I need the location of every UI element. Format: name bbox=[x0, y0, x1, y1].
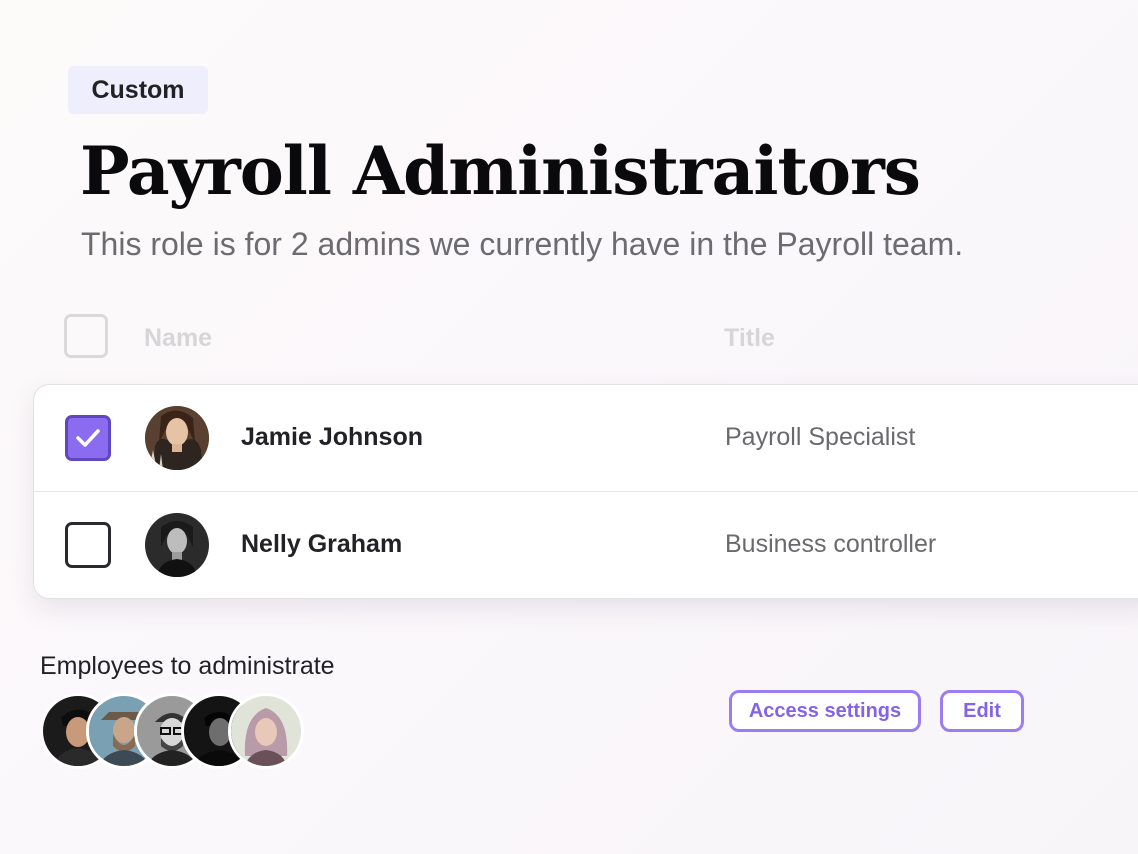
member-title: Payroll Specialist bbox=[725, 423, 916, 451]
role-type-badge: Custom bbox=[68, 66, 208, 114]
edit-button[interactable]: Edit bbox=[940, 690, 1024, 732]
column-header-name[interactable]: Name bbox=[144, 324, 212, 353]
employees-label: Employees to administrate bbox=[40, 652, 335, 680]
avatar bbox=[228, 693, 304, 769]
members-table: Jamie Johnson Payroll Specialist Nelly G… bbox=[33, 384, 1138, 599]
member-name: Nelly Graham bbox=[241, 530, 403, 558]
avatar bbox=[145, 513, 209, 577]
access-settings-button[interactable]: Access settings bbox=[729, 690, 921, 732]
page-title: Payroll Administraitors bbox=[80, 132, 921, 210]
avatar bbox=[145, 406, 209, 470]
row-checkbox-checked[interactable] bbox=[65, 415, 111, 461]
row-checkbox[interactable] bbox=[65, 522, 111, 568]
role-description: This role is for 2 admins we currently h… bbox=[81, 226, 964, 262]
table-row[interactable]: Nelly Graham Business controller bbox=[34, 492, 1138, 598]
table-row[interactable]: Jamie Johnson Payroll Specialist bbox=[34, 385, 1138, 492]
employee-avatar-stack[interactable] bbox=[40, 693, 310, 769]
column-header-title[interactable]: Title bbox=[724, 324, 775, 353]
select-all-checkbox[interactable] bbox=[64, 314, 108, 358]
checkmark-icon bbox=[76, 429, 100, 447]
member-title: Business controller bbox=[725, 530, 937, 558]
member-name: Jamie Johnson bbox=[241, 423, 423, 451]
